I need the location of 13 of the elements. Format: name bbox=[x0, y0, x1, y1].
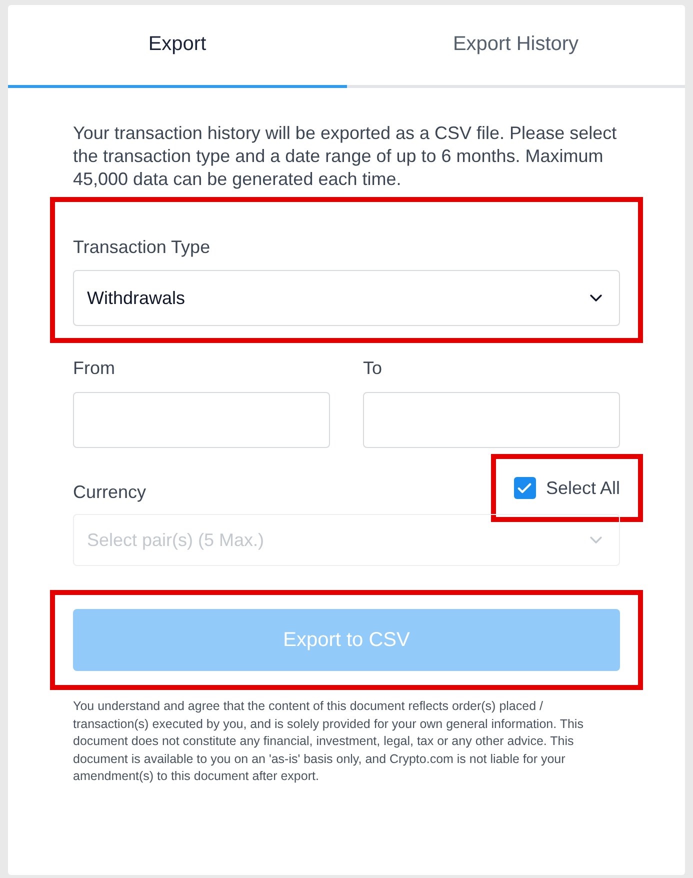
tab[interactable]: Export History bbox=[346, 5, 685, 88]
disclaimer-text: You understand and agree that the content of this document reflects order(s) placed / transaction(s) executed by you, and is solely provided for your own general information. This document does not constitute any financial, investment, legal, tax or any other advice. This document is available to you on an 'as-is' basis only, and Crypto.com is not liable for your amendment(s) to this document after export. bbox=[73, 698, 584, 785]
tab[interactable]: Export bbox=[8, 5, 346, 88]
intro-text: Your transaction history will be exported as a CSV file. Please select the transaction type and a date range of up to 6 months. Maximum 45,000 data can be generated each time. bbox=[73, 122, 618, 191]
from-date-field[interactable] bbox=[73, 392, 330, 448]
field-label: Currency bbox=[73, 481, 146, 504]
field-label: To bbox=[363, 357, 384, 380]
checkbox-label: Select All bbox=[546, 476, 620, 500]
select-all-checkbox[interactable] bbox=[514, 477, 536, 499]
field-label: Transaction Type bbox=[73, 236, 212, 259]
field-label: From bbox=[73, 357, 116, 380]
transaction-type-dropdown[interactable]: Withdrawals bbox=[73, 270, 620, 326]
to-date-field[interactable] bbox=[363, 392, 620, 448]
